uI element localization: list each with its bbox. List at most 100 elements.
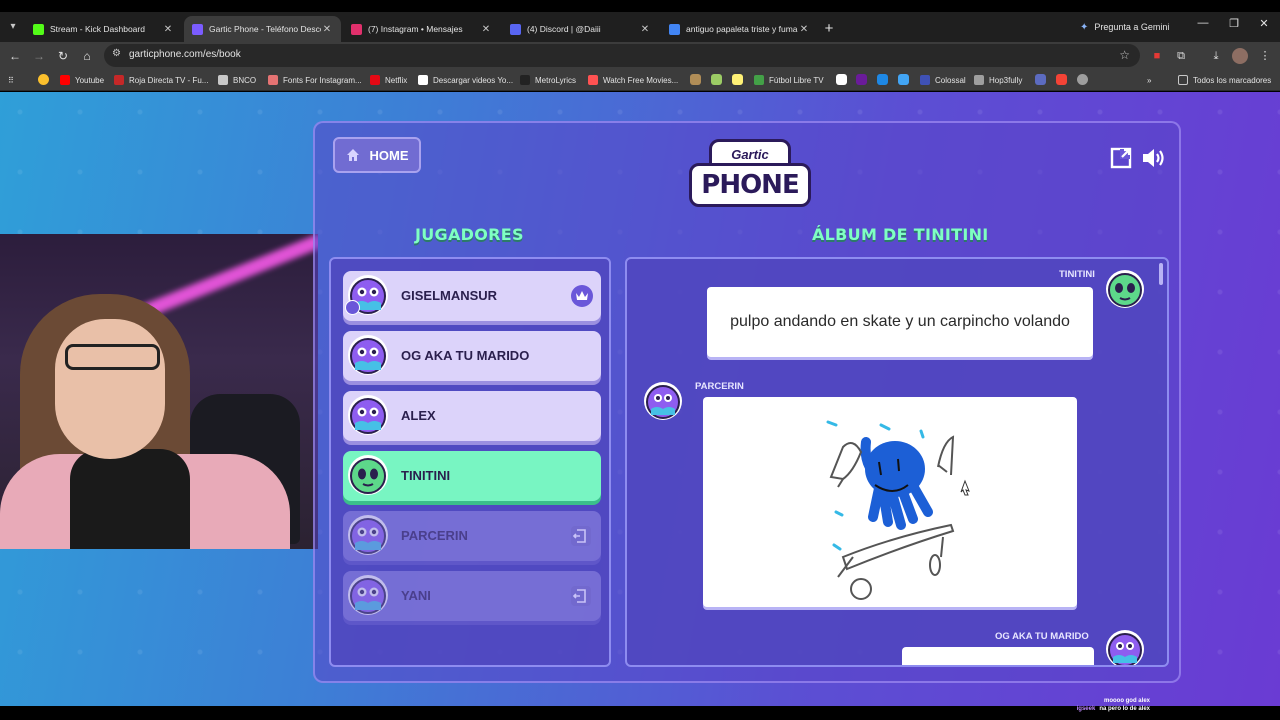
netflix-icon: [370, 75, 380, 85]
downloads-icon[interactable]: ⤓: [1208, 48, 1224, 64]
bookmark-label: Netflix: [385, 75, 408, 85]
player-row[interactable]: YANI: [343, 571, 601, 621]
youtube-icon: [60, 75, 70, 85]
new-tab-button[interactable]: +: [820, 21, 838, 39]
bookmark-icon-g[interactable]: [1035, 74, 1046, 85]
site-info-icon[interactable]: ⚙: [112, 48, 121, 59]
bookmark-item[interactable]: Fútbol Libre TV: [754, 73, 824, 87]
menu-icon[interactable]: ⋮: [1257, 48, 1273, 64]
bookmark-item[interactable]: Roja Directa TV - Fu...: [114, 73, 208, 87]
volume-icon[interactable]: [1141, 146, 1167, 170]
reload-icon[interactable]: ↻: [54, 47, 72, 65]
browser-tab[interactable]: Gartic Phone - Teléfono Descon ✕: [184, 16, 341, 42]
bookmark-label: Youtube: [75, 75, 105, 85]
all-bookmarks[interactable]: Todos los marcadores: [1178, 73, 1271, 87]
apps-icon[interactable]: ⠿: [8, 73, 14, 87]
chat-text: na pero lo de alex: [1099, 706, 1150, 712]
player-row[interactable]: ALEX: [343, 391, 601, 441]
kick-icon: [33, 23, 44, 35]
bookmark-icon-e[interactable]: [877, 74, 888, 85]
player-row[interactable]: TINITINI: [343, 451, 601, 501]
close-window-icon[interactable]: ✕: [1254, 17, 1274, 30]
player-row[interactable]: GISELMANSUR: [343, 271, 601, 321]
extensions-icon[interactable]: ⧉: [1173, 48, 1189, 64]
bookmark-item[interactable]: Watch Free Movies...: [588, 73, 678, 87]
bookmark-item[interactable]: Colossal: [920, 73, 966, 87]
player-row[interactable]: PARCERIN: [343, 511, 601, 561]
restore-icon[interactable]: ❐: [1224, 17, 1244, 30]
tab-title: Gartic Phone - Teléfono Descon: [209, 24, 321, 34]
globe-icon[interactable]: [1077, 74, 1088, 85]
close-tab-icon[interactable]: ✕: [321, 24, 333, 35]
fullscreen-icon[interactable]: [1110, 147, 1132, 169]
streamer-top: [70, 449, 190, 549]
player-name: TINITINI: [401, 468, 451, 483]
album-scrollbar[interactable]: [1159, 263, 1163, 285]
album-panel[interactable]: TINITINI pulpo andando en skate y un car…: [625, 257, 1169, 667]
yahoo-icon[interactable]: [856, 74, 867, 85]
exit-icon: [571, 526, 591, 546]
top-strip: [0, 0, 1280, 12]
purple-bird-avatar: [348, 515, 388, 555]
logo-main-text: PHONE: [701, 170, 799, 200]
bookmark-item[interactable]: Descargar videos Yo...: [418, 73, 513, 87]
more-bookmarks-icon[interactable]: »: [1147, 73, 1151, 87]
player-row[interactable]: OG AKA TU MARIDO: [343, 331, 601, 381]
prompt-text: pulpo andando en skate y un carpincho vo…: [730, 313, 1070, 331]
browser-toolbar: ← → ↻ ⌂ ⚙ garticphone.com/es/book ☆ ■ ⧉ …: [0, 42, 1280, 69]
bookmark-icon-f[interactable]: [898, 74, 909, 85]
bookmark-item[interactable]: MetroLyrics: [520, 73, 576, 87]
player-name: OG AKA TU MARIDO: [401, 348, 530, 363]
purple-bird-avatar: [348, 575, 388, 615]
address-bar[interactable]: ⚙ garticphone.com/es/book ☆: [104, 44, 1140, 67]
purple-bird-avatar: [1106, 630, 1144, 665]
bookmark-label: Colossal: [935, 75, 966, 85]
close-tab-icon[interactable]: ✕: [162, 24, 174, 35]
logo-top-text: Gartic: [731, 146, 769, 162]
bookmark-item[interactable]: Netflix: [370, 73, 407, 87]
player-name: PARCERIN: [401, 528, 468, 543]
bookmark-icon-d[interactable]: [836, 74, 847, 85]
next-card: [902, 647, 1094, 665]
message-author: OG AKA TU MARIDO: [995, 631, 1089, 642]
home-button[interactable]: HOME: [333, 137, 421, 173]
message-author: PARCERIN: [695, 381, 744, 392]
bookmark-icon-c[interactable]: [732, 74, 743, 85]
tab-title: (4) Discord | @Daiii: [527, 24, 601, 34]
stream-chat-overlay: moooo god alex igseek na pero lo de alex: [0, 698, 1280, 720]
bookmark-label: Fútbol Libre TV: [769, 75, 824, 85]
album-title: ÁLBUM DE TINITINI: [812, 225, 989, 244]
browser-tab[interactable]: Stream - Kick Dashboard ✕: [25, 16, 182, 42]
minimize-icon[interactable]: —: [1193, 17, 1213, 29]
tab-search-icon[interactable]: ▾: [4, 18, 22, 36]
message-author: TINITINI: [1059, 269, 1095, 280]
bookmark-label: MetroLyrics: [535, 75, 577, 85]
bookmark-icon-a[interactable]: [690, 74, 701, 85]
profile-avatar[interactable]: [1232, 48, 1248, 64]
gemini-button[interactable]: ✦ Pregunta a Gemini: [1080, 17, 1169, 37]
bookmark-item[interactable]: BNCO: [218, 73, 256, 87]
bookmark-label: Descargar videos Yo...: [433, 75, 514, 85]
bookmark-item[interactable]: Youtube: [60, 73, 104, 87]
extension-red-icon[interactable]: ■: [1149, 48, 1165, 64]
instagram-icon: [351, 23, 362, 35]
bookmark-item[interactable]: Hop3fully: [974, 73, 1022, 87]
close-tab-icon[interactable]: ✕: [798, 24, 810, 35]
emoji-bookmark-icon[interactable]: [38, 74, 49, 85]
purple-bird-avatar: [348, 335, 388, 375]
home-icon[interactable]: ⌂: [78, 47, 96, 65]
windows-icon[interactable]: [1056, 74, 1067, 85]
browser-tab[interactable]: (4) Discord | @Daiii ✕: [502, 16, 659, 42]
close-tab-icon[interactable]: ✕: [639, 24, 651, 35]
browser-tab[interactable]: antiguo papaleta triste y fuman ✕: [661, 16, 818, 42]
bookmark-star-icon[interactable]: ☆: [1119, 48, 1130, 62]
text-prompt-card: pulpo andando en skate y un carpincho vo…: [707, 287, 1093, 357]
purple-bird-avatar: [644, 382, 682, 420]
forward-icon[interactable]: →: [30, 47, 48, 65]
page-background: HOME Gartic PHONE JUGADORES ÁLBUM DE TIN…: [0, 92, 1280, 706]
back-icon[interactable]: ←: [6, 47, 24, 65]
bookmark-item[interactable]: Fonts For Instagram...: [268, 73, 362, 87]
bookmark-icon-b[interactable]: [711, 74, 722, 85]
browser-tab[interactable]: (7) Instagram • Mensajes ✕: [343, 16, 500, 42]
close-tab-icon[interactable]: ✕: [480, 24, 492, 35]
